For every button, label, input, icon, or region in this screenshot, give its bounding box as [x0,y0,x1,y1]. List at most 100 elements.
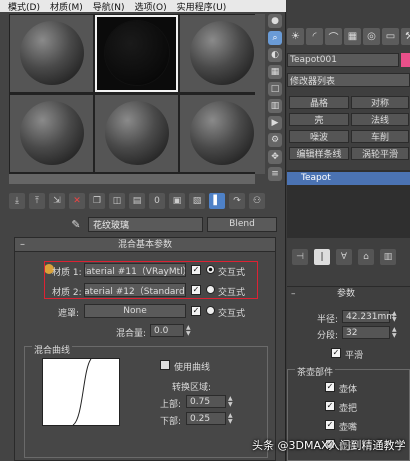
modifier-list-dropdown[interactable]: 修改器列表 [287,73,410,87]
part-body-checkbox[interactable]: ✓ [325,382,335,392]
menu-material[interactable]: 材质(M) [50,0,83,13]
object-color-swatch[interactable] [401,53,410,67]
sample-slot[interactable] [10,95,93,172]
mix-curve-preview [42,358,120,426]
sample-slot[interactable] [180,15,263,92]
material-editor: 模式(D) 材质(M) 导航(N) 选项(O) 实用程序(U) ● ⌕ ◐ ▦ … [0,0,286,461]
lower-label: 下部: [160,417,182,427]
part-handle-label: 壶把 [339,404,358,414]
configure-sets-icon[interactable]: ▥ [380,249,396,265]
sample-slot[interactable] [180,95,263,172]
mask-label: 遮罩: [58,309,80,319]
modifier-button[interactable]: 编辑样条线 [289,147,349,160]
assign-to-selection-icon[interactable]: ⇲ [49,193,65,209]
modifier-button[interactable]: 法线 [351,113,409,126]
stack-item-teapot[interactable]: Teapot [287,172,410,185]
utilities-icon[interactable]: ⚒ [401,28,410,45]
eyedropper-icon[interactable]: ✎ [68,216,84,232]
parameters-rollout-header[interactable]: – 参数 [287,286,410,300]
mix-amount-field[interactable]: 0.0 [150,324,184,337]
side-toolbar: ● ⌕ ◐ ▦ □ ▥ ▶ ⚙ ✥ ≡ [266,14,284,184]
options-icon[interactable]: ⚙ [268,133,282,147]
reset-icon[interactable]: ✕ [69,193,85,209]
modifier-button[interactable]: 噪波 [289,130,349,143]
modifier-button[interactable]: 晶格 [289,96,349,109]
preview-icon[interactable]: ▶ [268,116,282,130]
sample-slot[interactable] [95,95,178,172]
menu-options[interactable]: 选项(O) [135,0,167,13]
modifier-button[interactable]: 对称 [351,96,409,109]
slots-vertical-scrollbar[interactable] [255,14,265,174]
mask-interactive-radio[interactable] [206,306,215,315]
slots-horizontal-scrollbar[interactable] [9,174,255,184]
mask-button[interactable]: None [84,304,186,318]
create-icon[interactable]: ◜ [306,28,323,45]
radius-field[interactable]: 42.231mm [342,310,395,323]
parameters-title: 参数 [337,289,356,299]
sample-slot-selected[interactable] [95,15,178,92]
modifier-button[interactable]: 壳 [289,113,349,126]
copy-material-icon[interactable]: ❐ [89,193,105,209]
go-forward-icon[interactable]: ↷ [229,193,245,209]
modifier-button[interactable]: 车削 [351,130,409,143]
pin-stack-icon[interactable]: ⊣ [292,249,308,265]
sample-slots [9,14,265,174]
hierarchy-icon[interactable]: ▦ [344,28,361,45]
mix-amount-spinner-icon[interactable]: ▲ ▼ [186,325,191,337]
watermark: 头条 @3DMAX入门到精通教学 [252,439,406,452]
smooth-label: 平滑 [345,351,364,361]
remove-modifier-icon[interactable]: ⌂ [358,249,374,265]
menu-bar: 模式(D) 材质(M) 导航(N) 选项(O) 实用程序(U) [0,0,286,13]
lower-spinner-icon[interactable]: ▲ ▼ [228,413,233,425]
transition-zone-label: 转换区域: [172,383,212,393]
mask-enable-checkbox[interactable]: ✓ [191,306,201,316]
menu-utilities[interactable]: 实用程序(U) [177,0,227,13]
upper-spinner-icon[interactable]: ▲ ▼ [228,396,233,408]
collapse-icon: – [291,289,296,299]
sample-sphere [190,101,254,165]
backlight-icon[interactable]: ◐ [268,48,282,62]
material-type-button[interactable]: Blend [207,216,277,232]
teapot-parts-label: 茶壶部件 [295,365,336,378]
go-sibling-icon[interactable]: ⚇ [249,193,265,209]
get-material-icon[interactable]: ⤓ [9,193,25,209]
menu-mode[interactable]: 模式(D) [8,0,40,13]
segments-field[interactable]: 32 [342,326,390,339]
upper-field[interactable]: 0.75 [186,395,226,408]
material-navigator-icon[interactable]: ≡ [268,167,282,181]
rollout-header[interactable]: – 混合基本参数 [15,238,275,252]
show-end-result-icon[interactable]: | [314,249,330,265]
modifier-button[interactable]: 涡轮平滑 [351,147,409,160]
select-by-material-icon[interactable]: ✥ [268,150,282,164]
show-map-icon[interactable]: ▣ [169,193,185,209]
use-curve-checkbox[interactable]: ✓ [160,360,170,370]
sample-slot[interactable] [10,15,93,92]
menu-navigation[interactable]: 导航(N) [93,0,125,13]
motion-icon[interactable]: ◎ [363,28,380,45]
stack-toolbar: ⊣ | ∀ ⌂ ▥ [287,246,410,268]
radius-spinner-icon[interactable]: ▲ ▼ [392,311,397,323]
make-unique-icon[interactable]: ∀ [336,249,352,265]
go-to-parent-icon[interactable]: ▌ [209,193,225,209]
zoom-icon[interactable]: ⌕ [268,31,282,45]
put-to-scene-icon[interactable]: ⤒ [29,193,45,209]
object-name-field[interactable]: Teapot001 [287,53,399,67]
smooth-checkbox[interactable]: ✓ [331,348,341,358]
put-to-library-icon[interactable]: ▤ [129,193,145,209]
video-color-check-icon[interactable]: ▥ [268,99,282,113]
show-end-result-icon[interactable]: ▧ [189,193,205,209]
segments-spinner-icon[interactable]: ▲ ▼ [392,327,397,339]
material-id-icon[interactable]: 0 [149,193,165,209]
background-icon[interactable]: ▦ [268,65,282,79]
material-name-field[interactable]: 花纹玻璃 [88,216,203,232]
part-spout-checkbox[interactable]: ✓ [325,420,335,430]
make-unique-icon[interactable]: ◫ [109,193,125,209]
sample-type-icon[interactable]: ● [268,14,282,28]
sun-icon[interactable]: ☀ [287,28,304,45]
part-handle-checkbox[interactable]: ✓ [325,401,335,411]
sample-tiling-icon[interactable]: □ [268,82,282,96]
modify-icon[interactable]: ⌒ [325,28,342,45]
segments-label: 分段: [317,331,339,341]
display-icon[interactable]: ▭ [382,28,399,45]
lower-field[interactable]: 0.25 [186,412,226,425]
